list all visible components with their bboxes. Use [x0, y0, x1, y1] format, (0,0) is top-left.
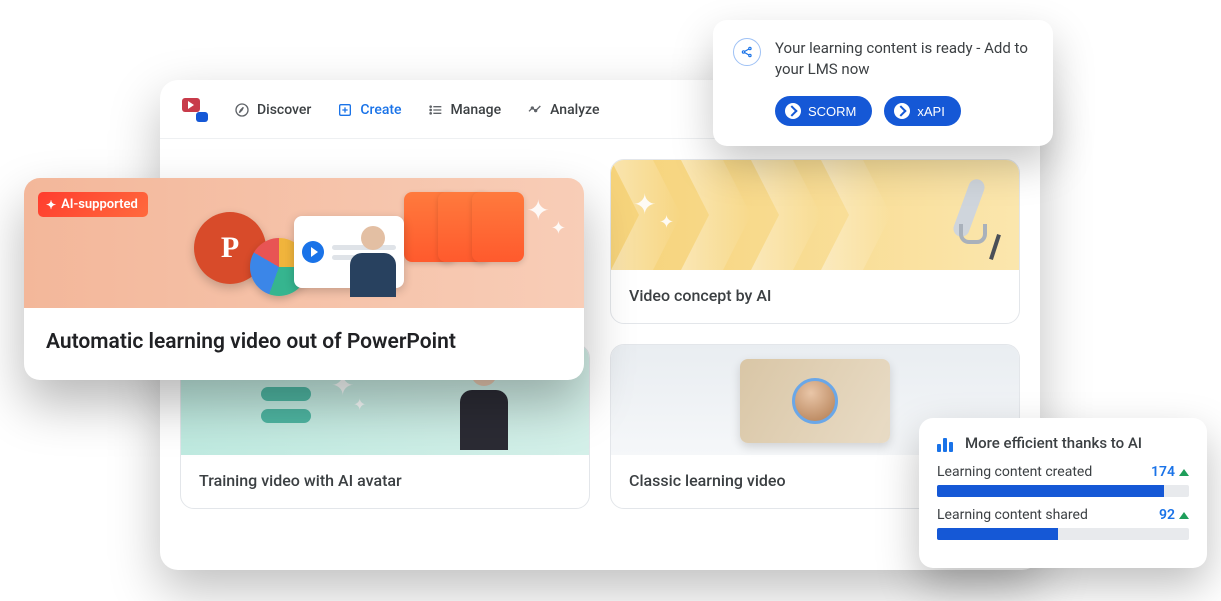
stat-row: Learning content created 174: [937, 464, 1189, 497]
xapi-label: xAPI: [917, 104, 944, 119]
nav-analyze-label: Analyze: [550, 102, 599, 118]
stat-value: 174: [1151, 464, 1175, 480]
trend-icon: [527, 102, 543, 118]
card-title: Automatic learning video out of PowerPoi…: [24, 308, 584, 380]
card-hero: ✦ AI-supported ✦ ✦ P: [24, 178, 584, 308]
card-title: Training video with AI avatar: [181, 455, 589, 508]
bar-chart-icon: [937, 434, 955, 452]
nav-create[interactable]: Create: [337, 102, 401, 118]
share-message: Your learning content is ready - Add to …: [775, 38, 1033, 80]
badge-label: AI-supported: [61, 197, 138, 212]
scorm-label: SCORM: [808, 104, 856, 119]
arrow-right-circle-icon: [894, 103, 910, 119]
xapi-button[interactable]: xAPI: [884, 96, 960, 126]
stat-label: Learning content created: [937, 464, 1092, 480]
card-title: Video concept by AI: [611, 270, 1019, 323]
ai-supported-badge: ✦ AI-supported: [38, 192, 148, 217]
compass-icon: [234, 102, 250, 118]
nav-manage[interactable]: Manage: [428, 102, 502, 118]
stat-bar: [937, 528, 1189, 540]
scorm-button[interactable]: SCORM: [775, 96, 872, 126]
presenter-illustration: [344, 226, 402, 298]
stat-label: Learning content shared: [937, 507, 1088, 523]
play-icon: [302, 241, 324, 263]
nav-analyze[interactable]: Analyze: [527, 102, 599, 118]
card-video-concept-ai[interactable]: ✦ ✦ Video concept by AI: [610, 159, 1020, 324]
stat-row: Learning content shared 92: [937, 507, 1189, 540]
nav-discover-label: Discover: [257, 102, 311, 118]
slides-stack-illustration: [422, 192, 524, 262]
sparkle-icon: ✦: [551, 218, 566, 239]
trend-up-icon: [1179, 469, 1189, 476]
nav-create-label: Create: [360, 102, 401, 118]
plus-square-icon: [337, 102, 353, 118]
arrow-right-circle-icon: [785, 103, 801, 119]
nav-manage-label: Manage: [451, 102, 502, 118]
robot-arm-illustration: [905, 170, 1005, 260]
card-hero: ✦ ✦: [611, 160, 1019, 270]
sparkle-icon: ✦: [353, 395, 366, 414]
stats-heading: More efficient thanks to AI: [965, 434, 1142, 452]
sparkle-icon: ✦: [527, 194, 550, 227]
trend-up-icon: [1179, 512, 1189, 519]
sparkle-icon: ✦: [46, 198, 56, 212]
app-logo: [180, 96, 208, 124]
share-icon: [733, 38, 761, 66]
list-icon: [428, 102, 444, 118]
stats-popover: More efficient thanks to AI Learning con…: [919, 418, 1207, 568]
card-auto-video-from-powerpoint[interactable]: ✦ AI-supported ✦ ✦ P Automatic learning …: [24, 178, 584, 380]
presenter-photo: [740, 359, 890, 443]
share-popover: Your learning content is ready - Add to …: [713, 20, 1053, 146]
stat-value: 92: [1159, 507, 1175, 523]
nav-discover[interactable]: Discover: [234, 102, 311, 118]
stat-bar: [937, 485, 1189, 497]
